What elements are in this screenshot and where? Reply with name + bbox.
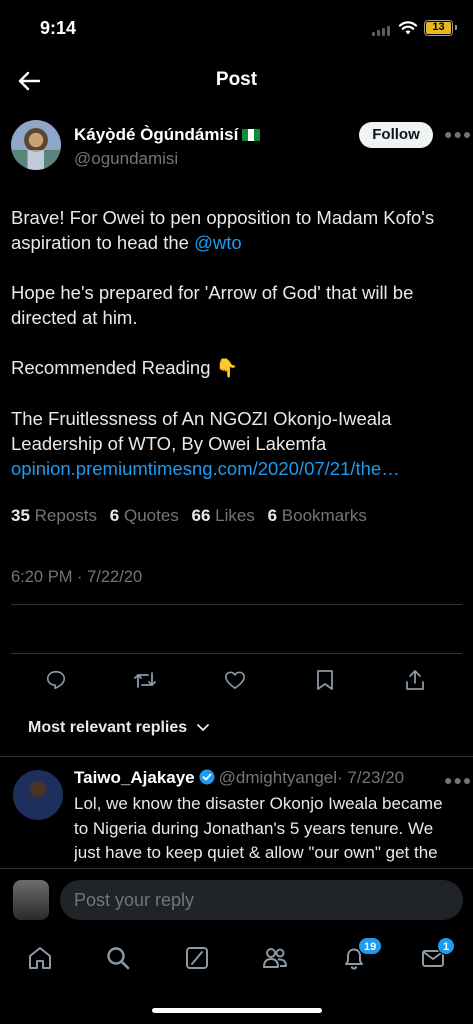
bookmark-icon (317, 670, 333, 690)
divider (11, 604, 462, 605)
author-avatar[interactable] (11, 120, 61, 170)
status-bar: 9:14 13 (0, 0, 473, 58)
post-paragraph: Hope he's prepared for 'Arrow of God' th… (11, 282, 414, 328)
like-icon (225, 671, 245, 689)
replies-sort-label: Most relevant replies (28, 719, 188, 736)
reply-more-options-icon[interactable]: ●●● (444, 772, 472, 788)
divider (0, 756, 473, 757)
post-paragraph: Recommended Reading 👇 (11, 355, 461, 381)
chevron-down-icon (197, 724, 210, 732)
share-button[interactable] (402, 667, 428, 693)
battery-icon: 13 (424, 20, 457, 36)
reposts-stat[interactable]: 35 Reposts (11, 506, 97, 525)
author-handle[interactable]: @ogundamisi (74, 149, 178, 169)
top-header: Post (0, 58, 473, 104)
author-name-text: Káyọ̀dé Ògúndámisí (74, 125, 239, 144)
cellular-signal-icon (372, 26, 390, 36)
verified-badge-icon (199, 769, 215, 785)
post-actions (0, 667, 473, 697)
reply-author-name[interactable]: Taiwo_Ajakaye (74, 768, 195, 787)
tab-grok[interactable] (183, 944, 211, 972)
post-timestamp[interactable]: 6:20 PM · 7/22/20 (11, 568, 142, 587)
author-name[interactable]: Káyọ̀dé Ògúndámisí (74, 125, 261, 145)
bookmark-button[interactable] (312, 667, 338, 693)
reply-icon (46, 670, 66, 690)
repost-button[interactable] (132, 667, 158, 693)
user-avatar (13, 880, 49, 920)
reply-author-handle[interactable]: @dmightyangel (219, 768, 337, 787)
likes-stat[interactable]: 66 Likes (192, 506, 255, 525)
reply-composer: Post your reply (0, 868, 473, 930)
notifications-badge: 19 (358, 937, 383, 955)
engagement-stats: 35 Reposts 6 Quotes 66 Likes 6 Bookmarks (11, 506, 367, 526)
pointing-down-emoji: 👇 (215, 358, 239, 378)
home-indicator (152, 1008, 322, 1013)
reply-date: · 7/23/20 (337, 768, 405, 787)
home-icon (29, 947, 51, 969)
more-options-icon[interactable]: ●●● (444, 126, 472, 142)
reply-input[interactable]: Post your reply (60, 880, 463, 920)
quotes-stat[interactable]: 6 Quotes (110, 506, 179, 525)
page-title: Post (215, 69, 258, 90)
wifi-icon (398, 21, 418, 35)
post-paragraph-text: The Fruitlessness of An NGOZI Okonjo-Iwe… (11, 408, 392, 454)
article-link[interactable]: opinion.premiumtimesng.com/2020/07/21/th… (11, 458, 400, 479)
status-time: 9:14 (40, 18, 77, 38)
post-paragraph: Brave! For Owei to pen opposition to Mad… (11, 205, 461, 255)
reply-author-avatar[interactable] (13, 770, 63, 820)
reply-button[interactable] (43, 667, 69, 693)
follow-button[interactable]: Follow (359, 122, 433, 148)
nigeria-flag-icon (242, 129, 261, 141)
mention-link[interactable]: @wto (194, 232, 242, 253)
share-icon (406, 670, 424, 690)
post-paragraph: The Fruitlessness of An NGOZI Okonjo-Iwe… (11, 406, 461, 481)
repost-icon (134, 672, 156, 688)
search-icon (107, 947, 130, 970)
post-paragraph-text: Recommended Reading (11, 357, 216, 378)
grok-icon (186, 947, 208, 969)
bookmarks-stat[interactable]: 6 Bookmarks (268, 506, 367, 525)
tab-communities[interactable] (261, 944, 289, 972)
tab-search[interactable] (104, 944, 132, 972)
communities-icon (263, 948, 287, 968)
reply-text: Lol, we know the disaster Okonjo Iweala … (74, 794, 443, 862)
tab-home[interactable] (26, 944, 54, 972)
battery-level: 13 (426, 22, 451, 34)
like-button[interactable] (222, 667, 248, 693)
divider (11, 653, 462, 654)
messages-badge: 1 (437, 937, 456, 955)
post-text: Brave! For Owei to pen opposition to Mad… (11, 205, 461, 481)
replies-sort-dropdown[interactable]: Most relevant replies (28, 719, 210, 737)
reply-header: Taiwo_Ajakaye @dmightyangel· 7/23/20 (74, 768, 404, 788)
